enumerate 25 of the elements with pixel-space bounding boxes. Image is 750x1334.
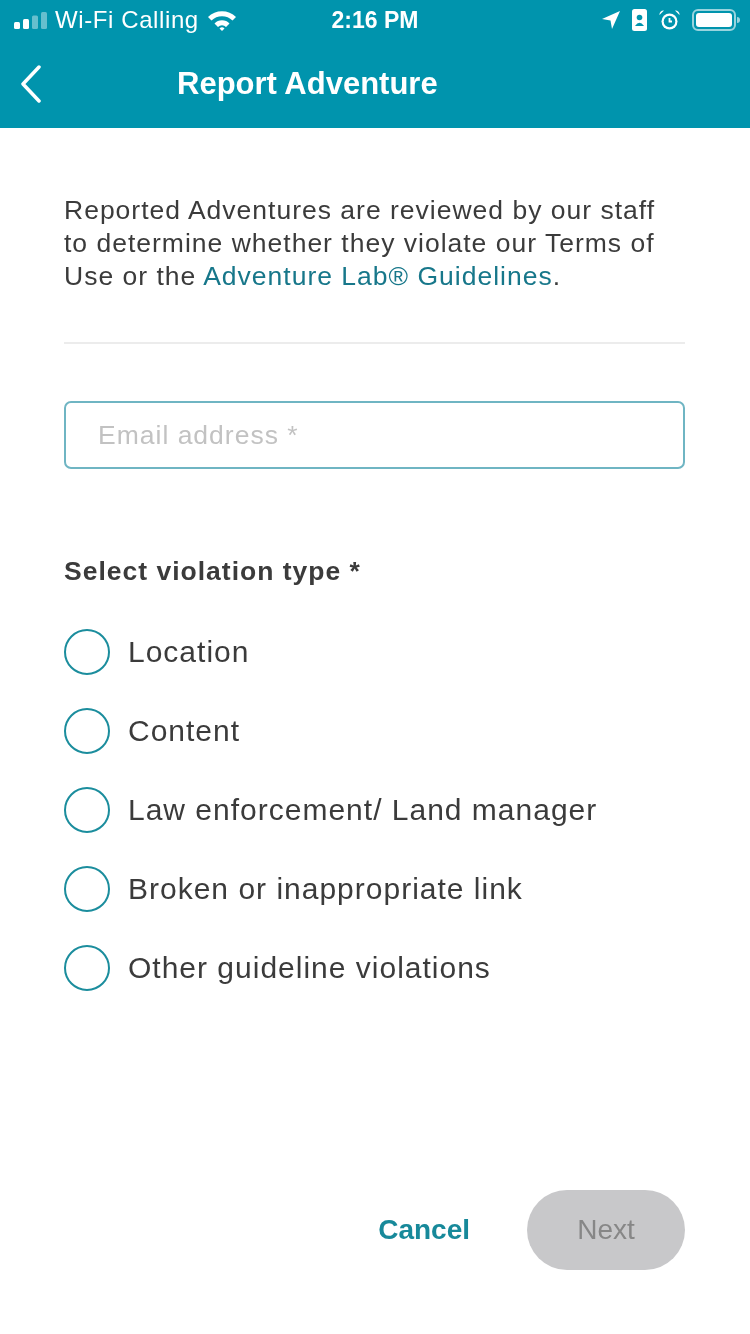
person-card-icon xyxy=(632,9,647,31)
carrier-text: Wi-Fi Calling xyxy=(55,6,199,34)
screen-title: Report Adventure xyxy=(177,66,438,102)
email-field[interactable]: Email address * xyxy=(64,401,685,469)
intro-text: Reported Adventures are reviewed by our staff to determine whether they violate our Terms of Use or the Adventure Lab® Guidelines. xyxy=(64,194,657,293)
location-arrow-icon xyxy=(602,11,620,29)
option-label[interactable]: Content xyxy=(128,713,241,748)
guidelines-link[interactable]: Adventure Lab® Guidelines xyxy=(203,261,553,291)
radio-button[interactable] xyxy=(64,628,110,675)
option-label[interactable]: Other guideline violations xyxy=(128,950,491,985)
option-label[interactable]: Location xyxy=(128,634,250,669)
cancel-button[interactable]: Cancel xyxy=(366,1204,482,1256)
radio-button[interactable] xyxy=(64,944,110,991)
radio-button[interactable] xyxy=(64,707,110,754)
wifi-icon xyxy=(206,9,237,31)
back-icon[interactable] xyxy=(20,65,42,103)
battery-icon xyxy=(692,9,740,31)
radio-button[interactable] xyxy=(64,865,110,912)
violation-type-label: Select violation type * xyxy=(64,555,362,588)
radio-button[interactable] xyxy=(64,786,110,833)
time-text: 2:16 PM xyxy=(331,6,419,34)
alarm-clock-icon xyxy=(659,9,680,31)
signal-icon xyxy=(14,11,47,29)
option-label[interactable]: Law enforcement/ Land manager xyxy=(128,792,598,827)
option-label[interactable]: Broken or inappropriate link xyxy=(128,871,523,906)
